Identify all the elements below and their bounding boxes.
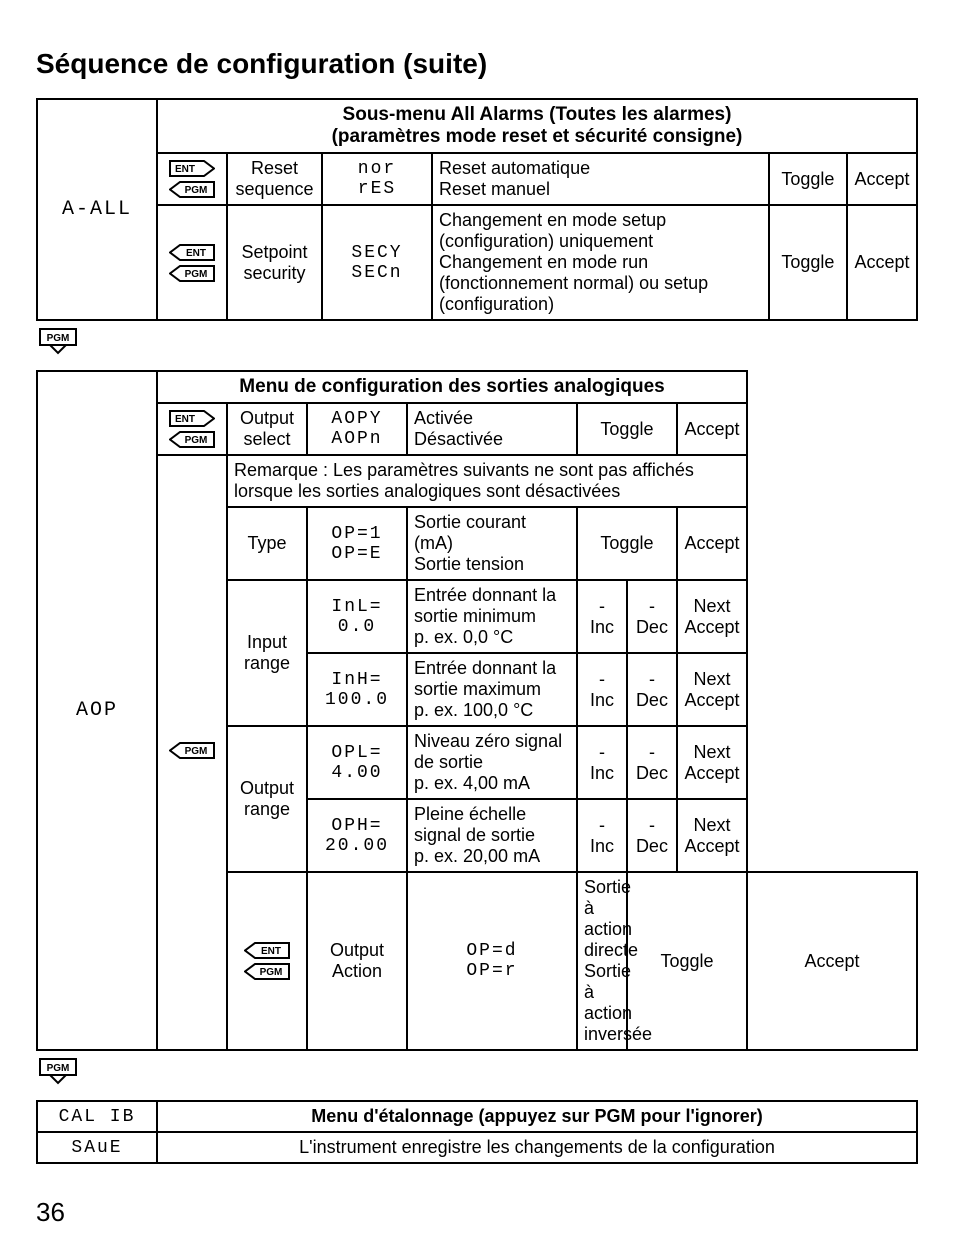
calib-left: CAL IB [37,1101,157,1132]
keys-cell: ENT PGM [157,205,227,320]
ent-key-icon: ENT [169,160,215,177]
note-row: PGM Remarque : Les paramètres suivants n… [37,455,917,507]
row-na: Next Accept [677,653,747,726]
page-number: 36 [36,1197,65,1228]
row-seg: InL= 0.0 [307,580,407,653]
row-desc: Activée Désactivée [407,403,577,455]
pgm-key-icon: PGM [244,963,290,980]
pgm-key-icon: PGM [169,181,215,198]
row-seg: nor rES [322,153,432,205]
calib-right: Menu d'étalonnage (appuyez sur PGM pour … [157,1101,917,1132]
row-toggle: Toggle [577,507,677,580]
keys-cell: ENT PGM [227,872,307,1050]
row-label: Output Action [307,872,407,1050]
row-accept: Accept [847,153,917,205]
table-alarms: A-ALL Sous-menu All Alarms (Toutes les a… [36,98,918,321]
row-desc: Niveau zéro signal de sortie p. ex. 4,00… [407,726,577,799]
ent-key-icon: ENT [169,410,215,427]
save-left: SAuE [37,1132,157,1163]
row-dec: - Dec [627,653,677,726]
page-title: Séquence de configuration (suite) [36,48,918,80]
svg-text:ENT: ENT [186,248,206,259]
table1-header-l2: (paramètres mode reset et sécurité consi… [332,126,743,147]
ent-key-icon: ENT [169,244,215,261]
keys-cell: ENT PGM [157,153,227,205]
row-desc: Sortie à action directe Sortie à action … [577,872,627,1050]
row-na: Next Accept [677,726,747,799]
row-seg: InH= 100.0 [307,653,407,726]
table-row: ENT PGM Reset sequence nor rES Reset aut… [37,153,917,205]
row-na: Next Accept [677,799,747,872]
row-seg: OPH= 20.00 [307,799,407,872]
row-na: Next Accept [677,580,747,653]
row-seg: OP=1 OP=E [307,507,407,580]
svg-text:PGM: PGM [185,435,208,446]
keys-cell: ENT PGM [157,403,227,455]
svg-text:ENT: ENT [175,414,195,425]
row-inc: - Inc [577,653,627,726]
sidebar-a-all: A-ALL [37,99,157,320]
row-label: Setpoint security [227,205,322,320]
table-row: ENT PGM Output select AOPY AOPn Activée … [37,403,917,455]
row-accept: Accept [747,872,917,1050]
save-right: L'instrument enregistre les changements … [157,1132,917,1163]
table2-header: Menu de configuration des sorties analog… [157,371,747,403]
pgm-down-icon: PGM [38,1057,86,1085]
ent-key-icon: ENT [244,942,290,959]
table1-header-l1: Sous-menu All Alarms (Toutes les alarmes… [343,104,732,125]
row-dec: - Dec [627,799,677,872]
table1-header: Sous-menu All Alarms (Toutes les alarmes… [157,99,917,153]
row-accept: Accept [677,403,747,455]
row-seg: OPL= 4.00 [307,726,407,799]
row-label: Type [227,507,307,580]
note: Remarque : Les paramètres suivants ne so… [227,455,747,507]
pgm-key-icon: PGM [169,265,215,282]
row-toggle: Toggle [769,153,847,205]
table-row: ENT PGM Setpoint security SECY SECn Chan… [37,205,917,320]
pgm-key-icon: PGM [169,431,215,448]
svg-text:PGM: PGM [260,967,283,978]
svg-text:PGM: PGM [185,746,208,757]
row-dec: - Dec [627,726,677,799]
row-seg: AOPY AOPn [307,403,407,455]
keys-cell: PGM [157,455,227,1050]
row-desc: Entrée donnant la sortie minimum p. ex. … [407,580,577,653]
row-inc: - Inc [577,580,627,653]
row-seg: OP=d OP=r [407,872,577,1050]
sidebar-aop: AOP [37,371,157,1050]
table-calib: CAL IB Menu d'étalonnage (appuyez sur PG… [36,1100,918,1164]
row-desc: Reset automatique Reset manuel [432,153,769,205]
svg-text:PGM: PGM [185,269,208,280]
table-aop: AOP Menu de configuration des sorties an… [36,370,918,1051]
row-desc: Sortie courant (mA) Sortie tension [407,507,577,580]
pgm-down-icon: PGM [38,327,86,355]
row-label: Reset sequence [227,153,322,205]
row-label: Input range [227,580,307,726]
row-inc: - Inc [577,799,627,872]
row-accept: Accept [677,507,747,580]
pgm-key-icon: PGM [169,742,215,759]
row-toggle: Toggle [769,205,847,320]
row-desc: Pleine échelle signal de sortie p. ex. 2… [407,799,577,872]
svg-text:PGM: PGM [47,1063,70,1074]
row-dec: - Dec [627,580,677,653]
row-desc: Entrée donnant la sortie maximum p. ex. … [407,653,577,726]
row-accept: Accept [847,205,917,320]
svg-text:ENT: ENT [175,164,195,175]
table-row: CAL IB Menu d'étalonnage (appuyez sur PG… [37,1101,917,1132]
row-desc: Changement en mode setup (configuration)… [432,205,769,320]
svg-text:PGM: PGM [185,185,208,196]
row-label: Output select [227,403,307,455]
row-seg: SECY SECn [322,205,432,320]
row-inc: - Inc [577,726,627,799]
table-row: SAuE L'instrument enregistre les changem… [37,1132,917,1163]
row-label: Output range [227,726,307,872]
svg-text:PGM: PGM [47,333,70,344]
row-toggle: Toggle [577,403,677,455]
svg-text:ENT: ENT [261,946,281,957]
